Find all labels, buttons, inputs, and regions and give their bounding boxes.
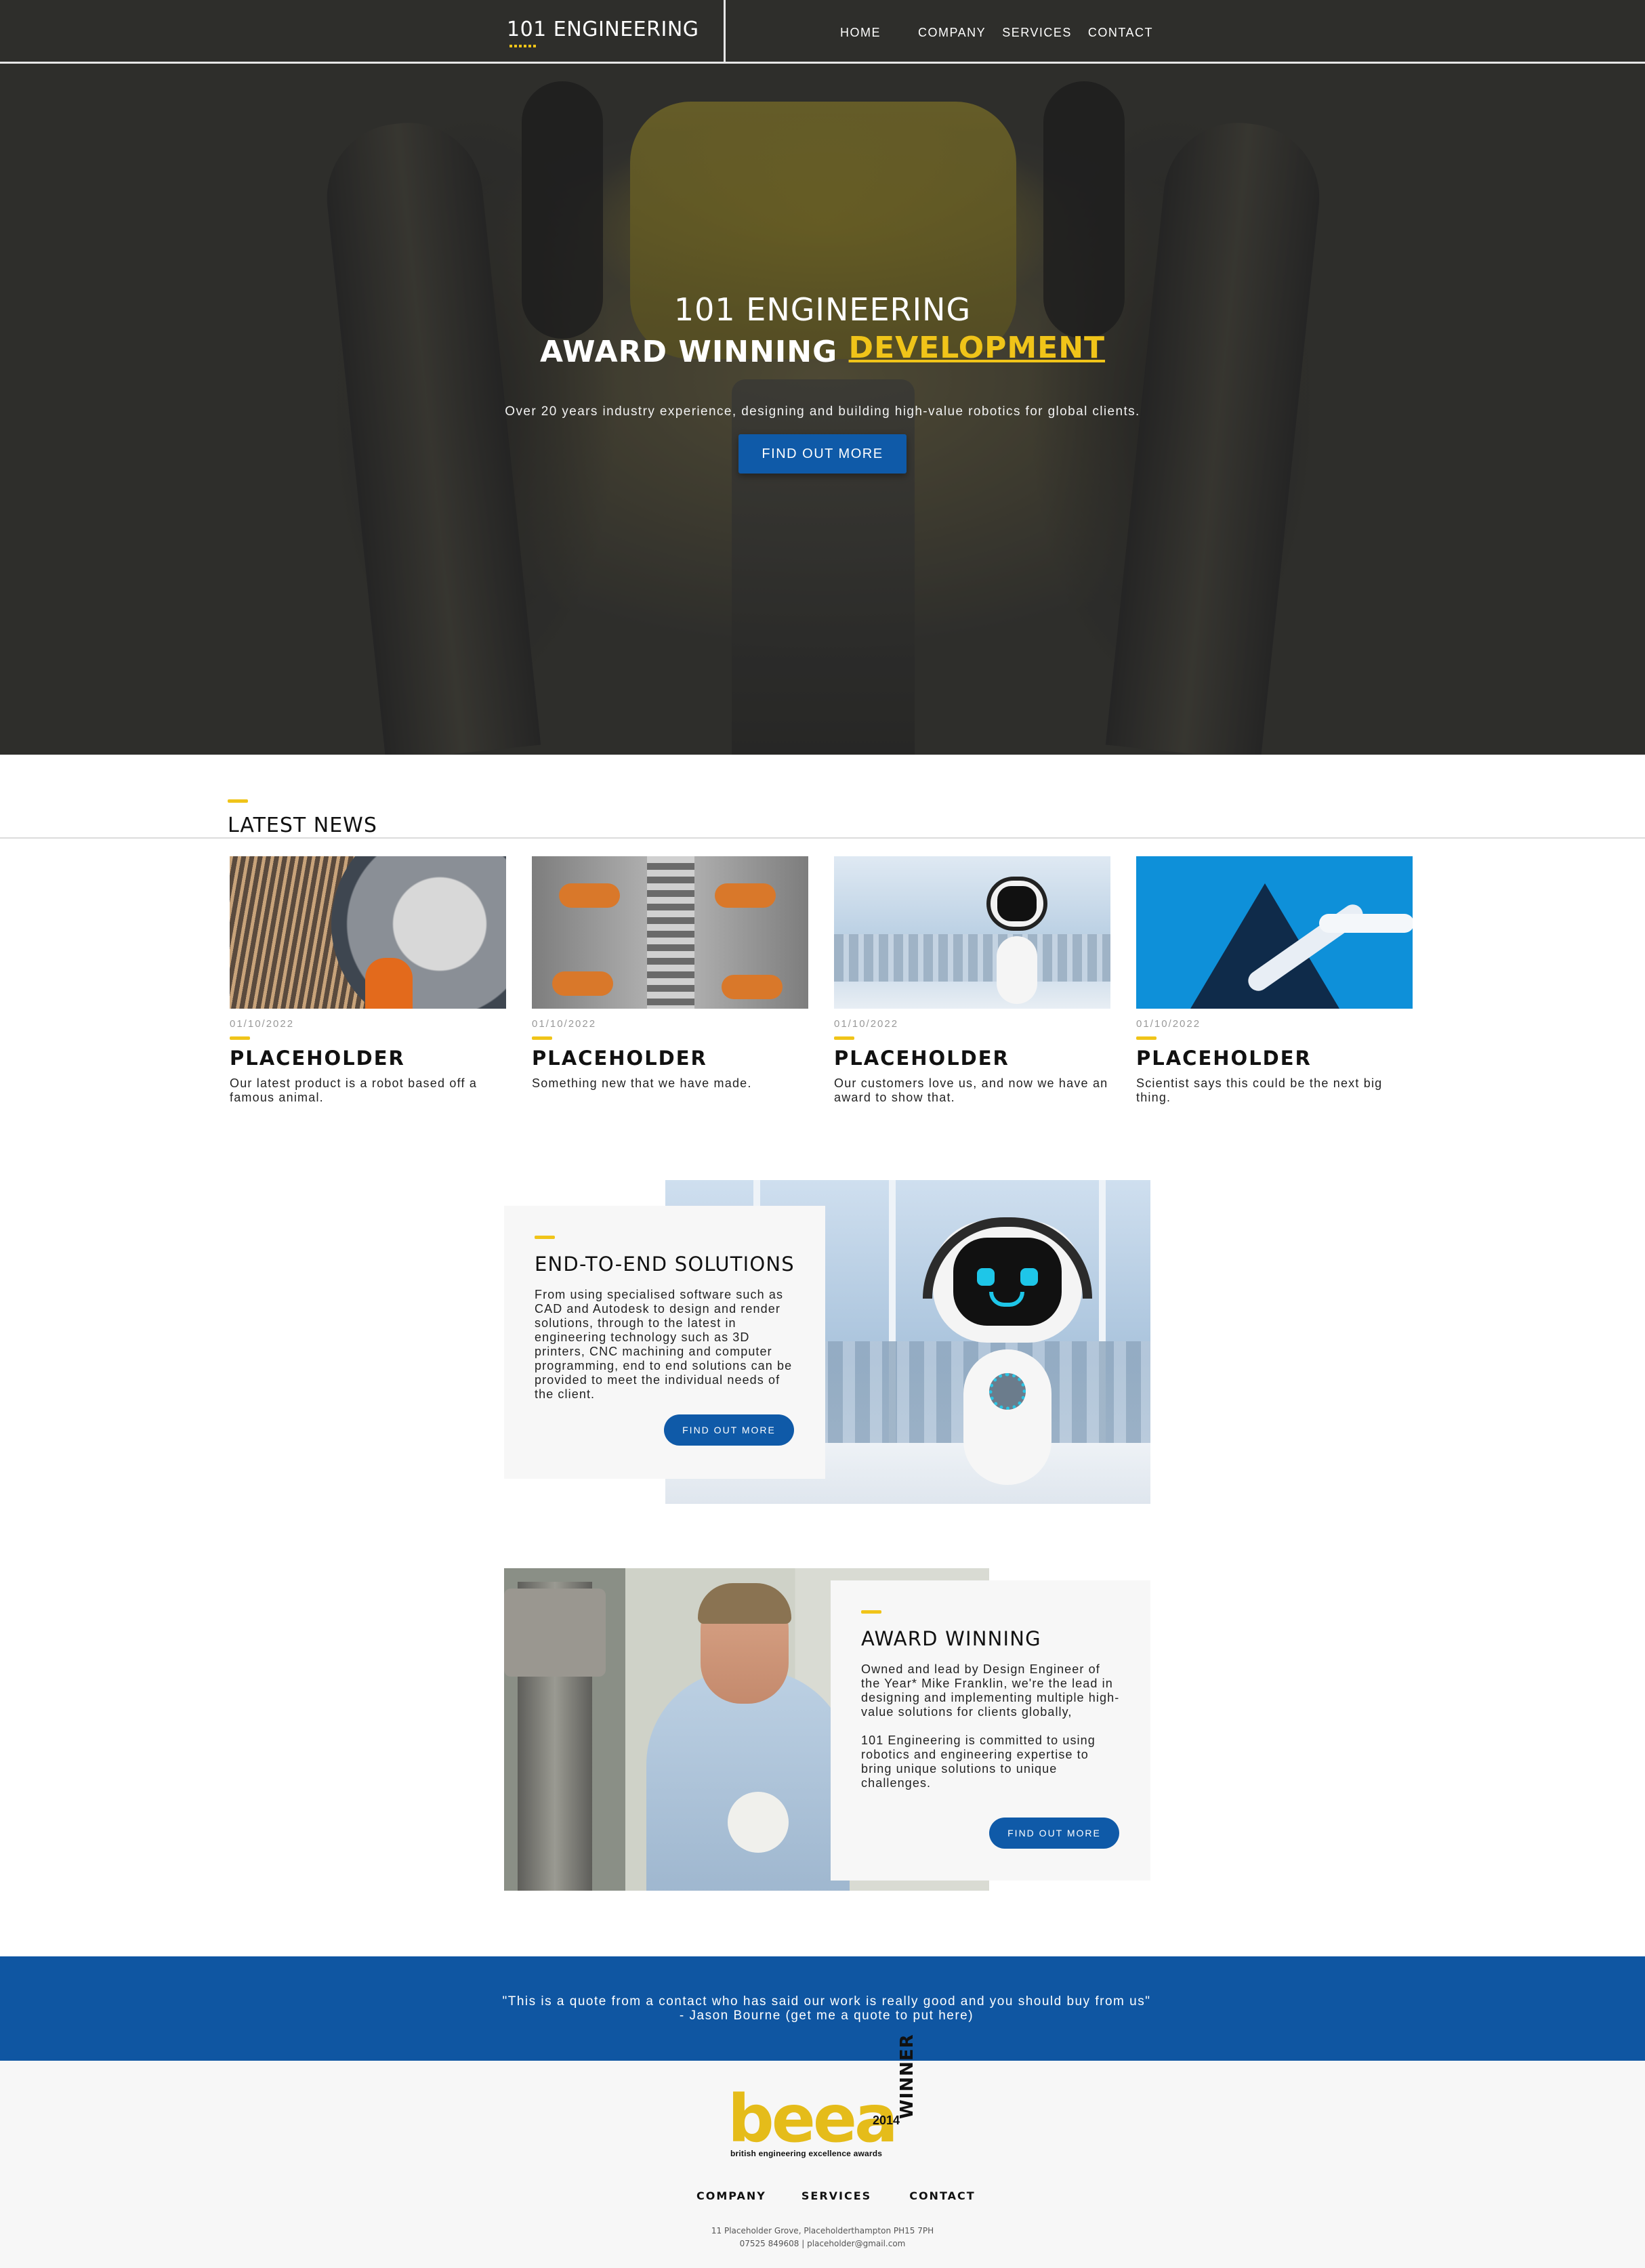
brand-logo[interactable]: 101 ENGINEERING — [507, 18, 699, 41]
news-accent-bar — [230, 1036, 250, 1040]
news-divider — [0, 837, 1645, 839]
footer-address-block: 11 Placeholder Grove, Placeholderthampto… — [0, 2225, 1645, 2250]
latest-news-title: LATEST NEWS — [228, 814, 377, 837]
news-accent-bar — [834, 1036, 854, 1040]
award-find-out-more-button[interactable]: FIND OUT MORE — [989, 1818, 1119, 1849]
testimonial-quote: "This is a quote from a contact who has … — [502, 1994, 1151, 2023]
nav-link-home[interactable]: HOME — [840, 26, 881, 40]
news-title[interactable]: PLACEHOLDER — [532, 1047, 808, 1070]
hero-subtitle: Over 20 years industry experience, desig… — [505, 404, 1140, 419]
news-accent-bar — [1136, 1036, 1157, 1040]
award-paragraph: Owned and lead by Design Engineer of the… — [861, 1662, 1120, 1719]
news-date: 01/10/2022 — [1136, 1018, 1201, 1030]
robot-eye — [977, 1268, 995, 1286]
news-card[interactable]: 01/10/2022 PLACEHOLDER Something new tha… — [532, 856, 808, 1105]
turbine-hub — [331, 856, 506, 1009]
footer-link-company[interactable]: COMPANY — [696, 2189, 766, 2202]
section-accent-bar — [228, 799, 248, 803]
milling-machine-head — [504, 1589, 606, 1677]
solutions-card: END-TO-END SOLUTIONS From using speciali… — [504, 1206, 825, 1479]
nav-link-company[interactable]: COMPANY — [918, 26, 986, 40]
footer-link-contact[interactable]: CONTACT — [909, 2189, 975, 2202]
news-description: Our customers love us, and now we have a… — [834, 1076, 1108, 1104]
robot-face — [953, 1238, 1062, 1326]
hero-title: 101 ENGINEERING — [673, 291, 972, 328]
section-accent-bar — [861, 1610, 881, 1614]
news-cards: 01/10/2022 PLACEHOLDER Our latest produc… — [230, 856, 1413, 1105]
engineer-hair — [698, 1583, 791, 1624]
robot-arm — [722, 975, 783, 999]
beea-award-logo: beea 2014 WINNER british engineering exc… — [728, 2034, 931, 2161]
robot-eye — [1020, 1268, 1038, 1286]
solutions-body: From using specialised software such as … — [535, 1288, 793, 1401]
news-card[interactable]: 01/10/2022 PLACEHOLDER Our latest produc… — [230, 856, 506, 1105]
beea-logo-tagline: british engineering excellence awards — [730, 2149, 883, 2158]
nav-link-contact[interactable]: CONTACT — [1088, 26, 1153, 40]
testimonial-band: "This is a quote from a contact who has … — [0, 1956, 1645, 2061]
news-image-turbine[interactable] — [230, 856, 506, 1009]
news-card[interactable]: 01/10/2022 PLACEHOLDER Scientist says th… — [1136, 856, 1413, 1105]
city-skyline — [834, 934, 1110, 982]
nav-link-services[interactable]: SERVICES — [1002, 26, 1072, 40]
award-paragraph: 101 Engineering is committed to using ro… — [861, 1734, 1096, 1790]
hero-find-out-more-button[interactable]: FIND OUT MORE — [738, 434, 907, 474]
news-accent-bar — [532, 1036, 552, 1040]
news-title[interactable]: PLACEHOLDER — [834, 1047, 1110, 1070]
robot-face — [997, 886, 1037, 921]
solutions-title: END-TO-END SOLUTIONS — [535, 1253, 795, 1276]
robot-chest-light — [989, 1373, 1026, 1410]
news-image-robotic-arm[interactable] — [1136, 856, 1413, 1009]
beea-logo-winner: WINNER — [897, 2034, 917, 2119]
footer-contact: 07525 849608 | placeholder@gmail.com — [739, 2239, 906, 2248]
news-image-robot-arms[interactable] — [532, 856, 808, 1009]
award-title: AWARD WINNING — [861, 1627, 1041, 1650]
footer: beea 2014 WINNER british engineering exc… — [0, 2034, 1645, 2268]
news-image-assistant-robot[interactable] — [834, 856, 1110, 1009]
news-description: Something new that we have made. — [532, 1076, 752, 1090]
hero-headline: AWARD WINNING DEVELOPMENT — [0, 331, 1645, 369]
news-date: 01/10/2022 — [532, 1018, 597, 1030]
news-description: Our latest product is a robot based off … — [230, 1076, 478, 1104]
bird-model — [728, 1792, 789, 1853]
award-body: Owned and lead by Design Engineer of the… — [861, 1662, 1120, 1790]
robot-arm — [552, 971, 613, 996]
hero-section: 101 ENGINEERING HOME COMPANY SERVICES CO… — [0, 0, 1645, 755]
latest-news-header: LATEST NEWS — [228, 799, 377, 837]
news-date: 01/10/2022 — [230, 1018, 295, 1030]
robot-body — [963, 1349, 1051, 1485]
hero-headline-lead: AWARD WINNING — [539, 335, 838, 369]
beea-logo-word: beea — [728, 2081, 898, 2157]
hero-headline-highlight: DEVELOPMENT — [848, 331, 1106, 365]
beea-logo-year: 2014 — [873, 2114, 900, 2127]
solutions-find-out-more-button[interactable]: FIND OUT MORE — [664, 1414, 794, 1446]
robot-torso — [997, 936, 1037, 1004]
nav-divider — [724, 0, 726, 64]
news-title[interactable]: PLACEHOLDER — [1136, 1047, 1413, 1070]
robot-arm — [715, 883, 776, 908]
footer-link-services[interactable]: SERVICES — [801, 2189, 871, 2202]
section-accent-bar — [535, 1236, 555, 1239]
nav-links: HOME COMPANY SERVICES CONTACT — [840, 26, 1153, 40]
news-date: 01/10/2022 — [834, 1018, 899, 1030]
award-card: AWARD WINNING Owned and lead by Design E… — [831, 1580, 1150, 1881]
hero-content: 101 ENGINEERING AWARD WINNING DEVELOPMEN… — [0, 291, 1645, 474]
brand-underline — [509, 45, 538, 47]
assembly-column — [647, 856, 694, 1009]
worker-figure — [365, 958, 413, 1009]
top-navigation: 101 ENGINEERING HOME COMPANY SERVICES CO… — [0, 0, 1645, 64]
news-card[interactable]: 01/10/2022 PLACEHOLDER Our customers lov… — [834, 856, 1110, 1105]
footer-address: 11 Placeholder Grove, Placeholderthampto… — [711, 2226, 934, 2235]
robot-arm — [559, 883, 620, 908]
news-description: Scientist says this could be the next bi… — [1136, 1076, 1383, 1104]
news-title[interactable]: PLACEHOLDER — [230, 1047, 506, 1070]
footer-links: COMPANY SERVICES CONTACT — [696, 2189, 976, 2202]
robot-arm-segment — [1319, 914, 1413, 933]
